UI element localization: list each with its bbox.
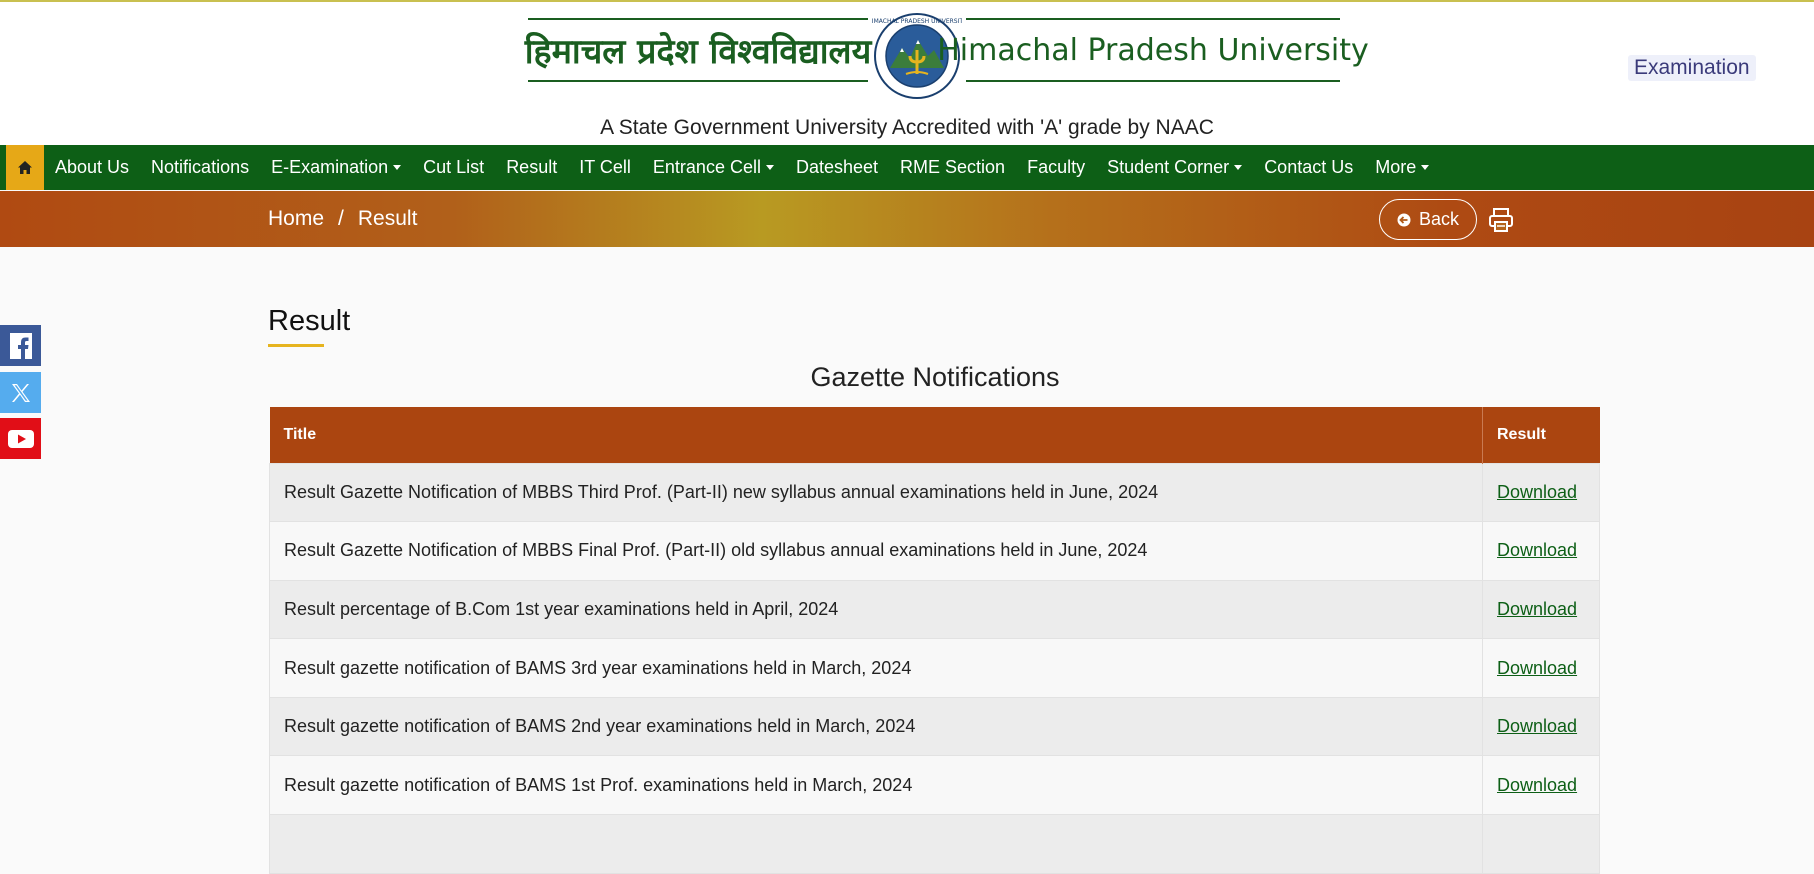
results-table: Title Result Result Gazette Notification… — [269, 407, 1600, 874]
svg-text:HIMACHAL PRADESH UNIVERSITY: HIMACHAL PRADESH UNIVERSITY — [872, 18, 962, 25]
breadcrumb-band: Home / Result Back — [0, 191, 1814, 247]
nav-entrance-cell[interactable]: Entrance Cell — [642, 157, 785, 178]
nav-rme-section[interactable]: RME Section — [889, 157, 1016, 178]
caret-down-icon — [393, 165, 402, 170]
nav-home-button[interactable] — [6, 145, 44, 190]
row-title — [269, 814, 1483, 874]
row-title: Result Gazette Notification of MBBS Fina… — [269, 521, 1483, 581]
nav-result[interactable]: Result — [495, 157, 568, 178]
nav-datesheet[interactable]: Datesheet — [785, 157, 889, 178]
breadcrumb-current: Result — [357, 207, 418, 230]
download-link[interactable]: Download — [1497, 599, 1577, 619]
row-title: Result Gazette Notification of MBBS Thir… — [269, 462, 1483, 523]
nav-notifications[interactable]: Notifications — [140, 157, 260, 178]
table-row: Result Gazette Notification of MBBS Thir… — [269, 462, 1600, 523]
examination-link[interactable]: Examination — [1628, 55, 1756, 81]
row-title: Result gazette notification of BAMS 3rd … — [269, 638, 1483, 698]
nav-cut-list[interactable]: Cut List — [412, 157, 495, 178]
download-link[interactable]: Download — [1497, 775, 1577, 795]
download-link[interactable]: Download — [1497, 716, 1577, 736]
row-result-cell: Download — [1482, 696, 1600, 757]
table-row: Result Gazette Notification of MBBS Fina… — [269, 521, 1600, 581]
facebook-icon — [9, 332, 32, 359]
download-link[interactable]: Download — [1497, 482, 1577, 502]
nav-faculty[interactable]: Faculty — [1016, 157, 1096, 178]
nav-it-cell[interactable]: IT Cell — [568, 157, 642, 178]
youtube-button[interactable] — [0, 418, 41, 459]
facebook-share-button[interactable] — [0, 325, 41, 366]
title-underline — [268, 344, 324, 347]
row-result-cell: Download — [1482, 462, 1600, 523]
row-title: Result gazette notification of BAMS 1st … — [269, 755, 1483, 816]
row-result-cell — [1482, 814, 1600, 874]
column-header-result: Result — [1482, 407, 1600, 463]
table-row: Result percentage of B.Com 1st year exam… — [269, 579, 1600, 640]
table-row: Result gazette notification of BAMS 3rd … — [269, 638, 1600, 698]
breadcrumb: Home / Result — [268, 191, 417, 247]
home-icon — [18, 161, 32, 174]
table-header-row: Title Result — [269, 407, 1600, 463]
breadcrumb-separator: / — [338, 207, 344, 230]
site-header: हिमाचल प्रदेश विश्वविद्यालय HIMACHAL PRA… — [0, 0, 1814, 145]
nav-contact-us[interactable]: Contact Us — [1253, 157, 1364, 178]
back-button[interactable]: Back — [1379, 199, 1477, 240]
section-title: Gazette Notifications — [810, 362, 1060, 392]
table-row: Result gazette notification of BAMS 1st … — [269, 755, 1600, 816]
breadcrumb-home-link[interactable]: Home — [268, 207, 324, 231]
table-row: Result gazette notification of BAMS 2nd … — [269, 696, 1600, 757]
column-header-title: Title — [269, 407, 1483, 463]
nav-student-corner[interactable]: Student Corner — [1096, 157, 1253, 178]
row-result-cell: Download — [1482, 579, 1600, 640]
download-link[interactable]: Download — [1497, 540, 1577, 560]
tagline: A State Government University Accredited… — [600, 116, 1214, 139]
caret-down-icon — [1234, 165, 1243, 170]
row-title: Result gazette notification of BAMS 2nd … — [269, 696, 1483, 757]
table-row — [269, 814, 1600, 874]
row-title: Result percentage of B.Com 1st year exam… — [269, 579, 1483, 640]
caret-down-icon — [765, 165, 774, 170]
main-navbar: About Us Notifications E-Examination Cut… — [0, 145, 1814, 190]
youtube-icon — [7, 429, 34, 448]
nav-more[interactable]: More — [1364, 157, 1440, 178]
row-result-cell: Download — [1482, 638, 1600, 698]
caret-down-icon — [1421, 165, 1430, 170]
row-result-cell: Download — [1482, 755, 1600, 816]
download-link[interactable]: Download — [1497, 658, 1577, 678]
nav-e-examination[interactable]: E-Examination — [260, 157, 412, 178]
brand-name-hindi[interactable]: हिमाचल प्रदेश विश्वविद्यालय — [525, 18, 871, 82]
nav-about-us[interactable]: About Us — [44, 157, 140, 178]
page-title: Result — [268, 305, 351, 337]
printer-icon[interactable] — [1487, 206, 1515, 234]
top-accent-line — [0, 0, 1814, 2]
arrow-left-icon — [1397, 213, 1411, 226]
row-result-cell: Download — [1482, 521, 1600, 581]
brand-name-english[interactable]: Himachal Pradesh University — [937, 18, 1369, 82]
